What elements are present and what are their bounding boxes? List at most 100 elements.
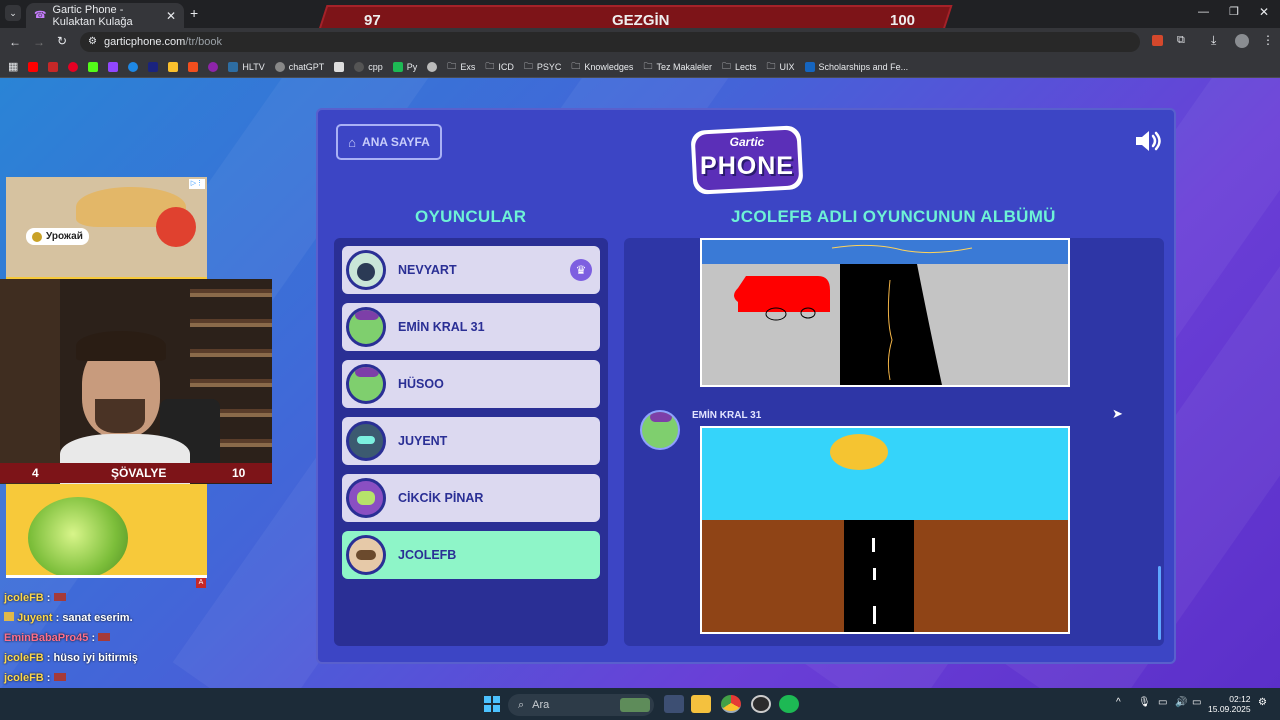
back-icon[interactable]: ← <box>9 35 21 49</box>
browser-menu-icon[interactable]: ⋮ <box>1262 33 1274 47</box>
player-item[interactable]: EMİN KRAL 31 <box>342 303 600 351</box>
spotify-icon[interactable] <box>779 695 799 713</box>
bookmark-red[interactable] <box>48 61 59 72</box>
cabbage-image <box>28 497 128 578</box>
qr-icon <box>334 61 345 72</box>
player-item[interactable]: NEVYART ♛ <box>342 246 600 294</box>
obs-icon[interactable] <box>751 695 771 713</box>
player-name: JUYENT <box>398 434 448 448</box>
bookmark-purple[interactable] <box>208 61 219 72</box>
yellow-icon <box>168 61 179 72</box>
purple-icon <box>208 61 219 72</box>
download-icon[interactable]: ⤓ <box>1211 33 1216 48</box>
player-item[interactable]: JUYENT <box>342 417 600 465</box>
sound-toggle-icon[interactable] <box>1134 128 1166 154</box>
chatgpt-icon <box>274 61 285 72</box>
close-window-button[interactable]: ✕ <box>1259 5 1269 19</box>
score-title: GEZGİN <box>612 12 670 29</box>
player-avatar <box>346 307 386 347</box>
players-list: NEVYART ♛ EMİN KRAL 31 HÜSOO JUYENT CİKC… <box>334 238 608 646</box>
bookmark-11[interactable]: Scholarships and Fe... <box>804 61 908 72</box>
bookmark-figma[interactable] <box>188 61 199 72</box>
bookmark-10[interactable]: 🗀 UIX <box>767 59 795 75</box>
gartic-favicon-icon: ☎ <box>34 10 47 21</box>
bookmarks-bar: ▦ HLTV chatGPT cpp Py 🗀 Exs 🗀 ICD 🗀 PSYC 🗀 K… <box>0 56 1280 78</box>
browser-tab[interactable]: ☎ Gartic Phone - Kulaktan Kulağa ✕ <box>26 3 184 28</box>
notification-icon[interactable]: ⚙ <box>1258 697 1267 708</box>
emote-icon <box>98 633 111 641</box>
close-tab-icon[interactable]: ✕ <box>166 9 176 23</box>
start-button[interactable] <box>484 696 500 712</box>
players-title: OYUNCULAR <box>415 207 527 226</box>
chrome-icon[interactable] <box>721 695 741 713</box>
home-button[interactable]: ⌂ ANA SAYFA <box>336 124 442 160</box>
webcam-scorebar: 4 ŞÖVALYE 10 <box>0 463 272 483</box>
taskbar-search[interactable]: ⌕ Ara <box>508 694 654 716</box>
emote-icon <box>53 673 66 681</box>
chat-text: : <box>91 632 96 644</box>
bookmark-5[interactable]: 🗀 ICD <box>485 59 514 75</box>
hltv-icon <box>228 61 239 72</box>
folder-icon: 🗀 <box>447 60 457 71</box>
bookmark-skull[interactable] <box>427 61 438 72</box>
bookmark-qr[interactable] <box>334 61 345 72</box>
bookmark-8[interactable]: 🗀 Tez Makaleler <box>643 59 712 75</box>
bookmark-youtube[interactable] <box>28 61 39 72</box>
bookmark-kick[interactable] <box>88 61 99 72</box>
volume-icon[interactable]: 🔊 <box>1175 697 1187 708</box>
microphone-icon[interactable]: 🎙 <box>1138 697 1151 708</box>
ad-choices-icon[interactable]: A <box>196 578 206 588</box>
bookmark-pinterest[interactable] <box>68 61 79 72</box>
profile-avatar[interactable] <box>1235 34 1249 48</box>
chat-text: : hüso iyi bitirmiş <box>46 652 138 664</box>
forward-icon[interactable]: → <box>33 35 45 49</box>
minimize-button[interactable]: — <box>1198 6 1209 18</box>
bookmark-9[interactable]: 🗀 Lects <box>722 59 757 75</box>
album-drawing-previous <box>700 238 1070 387</box>
player-avatar <box>346 478 386 518</box>
cam-score-right: 10 <box>232 466 246 480</box>
extension-icon[interactable] <box>1152 35 1163 46</box>
folder-icon: 🗀 <box>523 60 533 71</box>
player-item-active[interactable]: JCOLEFB <box>342 531 600 579</box>
battery-icon[interactable]: ▭ <box>1192 697 1201 708</box>
chat-user: EminBabaPro45 <box>4 632 89 644</box>
player-item[interactable]: CİKCİK PİNAR <box>342 474 600 522</box>
file-explorer-icon[interactable] <box>691 695 711 713</box>
apps-grid-icon[interactable]: ▦ <box>8 60 18 73</box>
bookmark-twitch[interactable] <box>108 61 119 72</box>
display-icon[interactable]: ▭ <box>1158 697 1167 708</box>
bookmark-7[interactable]: 🗀 Knowledges <box>571 59 633 75</box>
extensions-puzzle-icon[interactable]: ⧉ <box>1177 34 1185 47</box>
taskbar-app-icon[interactable] <box>664 695 684 713</box>
folder-icon: 🗀 <box>643 60 653 71</box>
tray-chevron-icon[interactable]: ^ <box>1116 697 1121 708</box>
ad-info-icon[interactable]: ▷⋮ <box>189 179 205 189</box>
new-tab-button[interactable]: + <box>190 5 198 21</box>
restore-button[interactable]: ❐ <box>1229 5 1239 18</box>
player-name: JCOLEFB <box>398 548 457 562</box>
ad-logo-icon <box>32 231 42 242</box>
reload-icon[interactable]: ↻ <box>57 34 67 48</box>
chat-message: EminBabaPro45 : <box>4 632 111 644</box>
bookmark-3[interactable]: Py <box>392 61 417 72</box>
bookmark-b[interactable] <box>148 61 159 72</box>
site-info-icon[interactable]: ⚙ <box>88 36 97 47</box>
bookmark-6[interactable]: 🗀 PSYC <box>524 59 562 75</box>
bookmark-blue[interactable] <box>128 61 139 72</box>
taskbar-clock[interactable]: 02:12 15.09.2025 <box>1208 694 1251 714</box>
bookmark-2[interactable]: cpp <box>354 61 383 72</box>
bookmark-0[interactable]: HLTV <box>228 61 265 72</box>
tab-title: Gartic Phone - Kulaktan Kulağa <box>52 3 133 28</box>
album-author-name: EMİN KRAL 31 <box>692 410 762 421</box>
bookmark-yellow[interactable] <box>168 61 179 72</box>
address-bar[interactable]: garticphone.com/tr/book <box>80 32 1140 52</box>
gartic-phone-logo: Gartic PHONE <box>688 125 806 195</box>
clock-time: 02:12 <box>1229 694 1251 704</box>
player-item[interactable]: HÜSOO <box>342 360 600 408</box>
bookmark-4[interactable]: 🗀 Exs <box>447 59 475 75</box>
bookmark-1[interactable]: chatGPT <box>274 61 324 72</box>
tab-search-button[interactable]: ⌄ <box>5 5 21 21</box>
album-scrollbar[interactable] <box>1158 566 1161 640</box>
chat-message: Juyent : sanat eserim. <box>4 612 133 624</box>
